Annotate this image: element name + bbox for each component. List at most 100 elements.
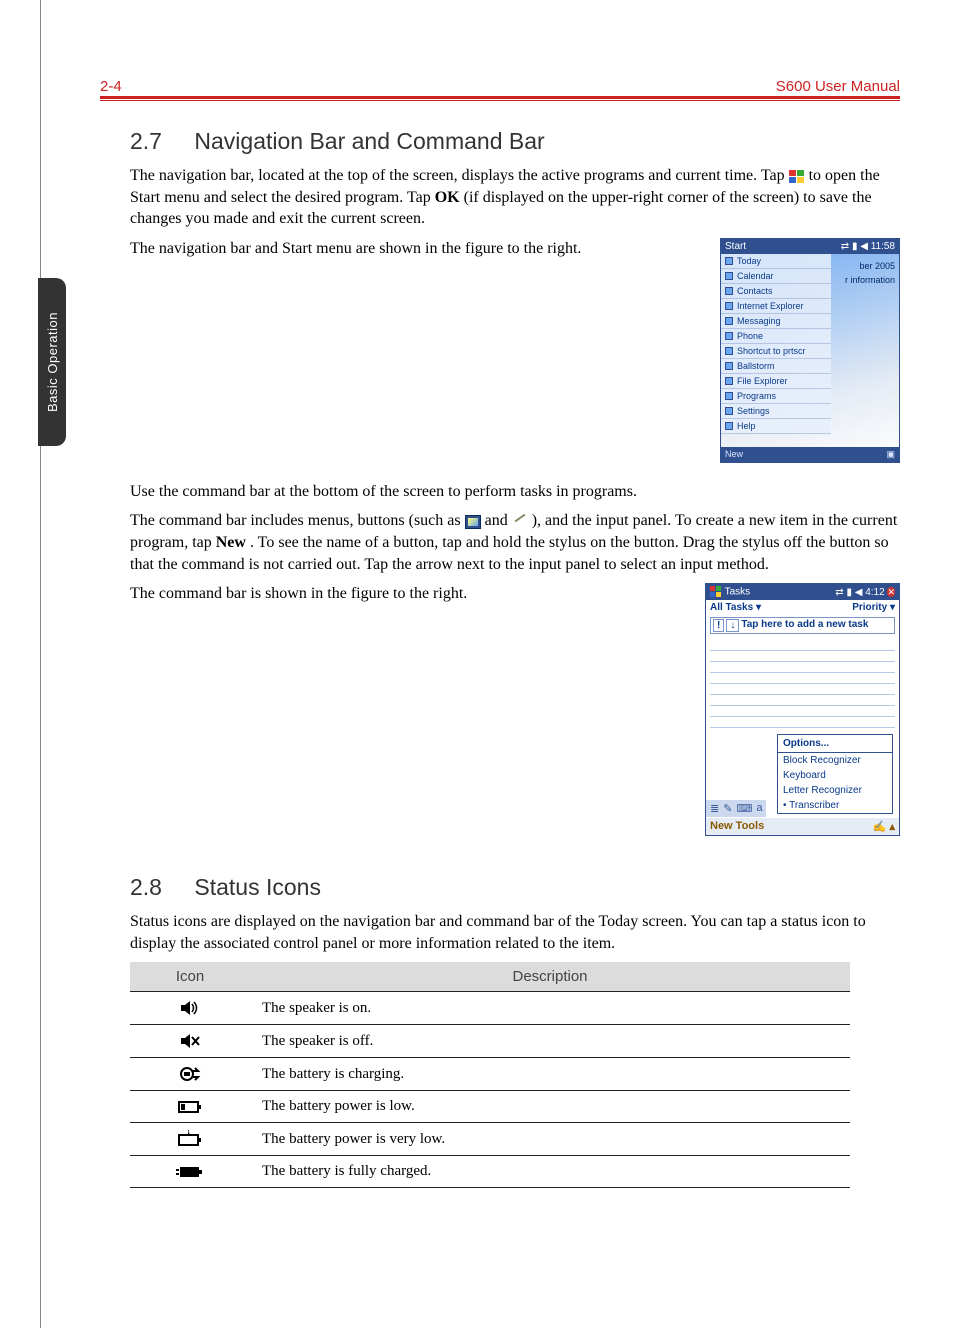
- side-tab-label: Basic Operation: [45, 312, 60, 412]
- section-27-title: Navigation Bar and Command Bar: [194, 128, 544, 154]
- txt: The command bar includes menus, buttons …: [130, 512, 465, 529]
- section-28-heading: 2.8 Status Icons: [130, 874, 900, 901]
- menu-item: Today: [721, 254, 831, 269]
- menu-item: Calendar: [721, 269, 831, 284]
- fig-nav-bottom: New ▣: [721, 447, 899, 462]
- fig-cmd-lines: [706, 636, 899, 732]
- margin-rule: [40, 0, 41, 1328]
- manual-title: S600 User Manual: [776, 78, 900, 95]
- fig-cmd-subbar: All Tasks ▾ Priority ▾: [706, 600, 899, 615]
- table-row: The speaker is off.: [130, 1025, 850, 1058]
- popup-item: Block Recognizer: [778, 753, 892, 768]
- running-header: 2-4 S600 User Manual: [100, 78, 900, 95]
- menu-item: Programs: [721, 389, 831, 404]
- head-icon: Icon: [130, 962, 250, 992]
- app-icon: [725, 407, 733, 415]
- label: Settings: [737, 406, 770, 416]
- row-desc: The battery power is low.: [250, 1091, 850, 1123]
- options-label: Options...: [778, 735, 892, 753]
- menu-item: Settings: [721, 404, 831, 419]
- time: 4:12: [865, 587, 884, 598]
- popup-item: Letter Recognizer: [778, 783, 892, 798]
- row-desc: The battery is fully charged.: [250, 1156, 850, 1188]
- svg-text:!: !: [187, 1130, 190, 1137]
- start-label: Start: [725, 241, 746, 252]
- head-desc: Description: [250, 962, 850, 992]
- sip-icon: ▣: [886, 449, 895, 460]
- section-27-number: 2.7: [130, 128, 188, 155]
- row-desc: The speaker is off.: [250, 1025, 850, 1058]
- photo-icon: [465, 515, 481, 529]
- app-icon: [725, 272, 733, 280]
- app-icon: [725, 317, 733, 325]
- label: Today: [737, 256, 761, 266]
- label: Shortcut to prtscr: [737, 346, 806, 356]
- figure-navigation-bar: Start ⇄ ▮ ◀ 11:58 ber 2005 r information…: [720, 238, 900, 463]
- ok-label: OK: [435, 189, 460, 206]
- speaker-on-icon: [130, 992, 250, 1025]
- txt: and: [485, 512, 512, 529]
- battery-full-icon: [130, 1156, 250, 1188]
- app-icon: [725, 287, 733, 295]
- warn-cell: !: [713, 619, 724, 632]
- fig-cmd-topbar: Tasks ⇄ ▮ ◀ 4:12 ✕: [706, 584, 899, 600]
- start-menu: Today Calendar Contacts Internet Explore…: [721, 254, 831, 434]
- pen-icon: [512, 515, 528, 529]
- txt: The navigation bar, located at the top o…: [130, 167, 789, 184]
- figure-command-bar: Tasks ⇄ ▮ ◀ 4:12 ✕ All Tasks ▾ Priority …: [705, 583, 900, 836]
- menu-item: Contacts: [721, 284, 831, 299]
- label: File Explorer: [737, 376, 788, 386]
- new-label: New: [216, 534, 246, 551]
- app-icon: [725, 302, 733, 310]
- table-row: The battery is charging.: [130, 1058, 850, 1091]
- label: Programs: [737, 391, 776, 401]
- label: Messaging: [737, 316, 781, 326]
- menu-item: Internet Explorer: [721, 299, 831, 314]
- menu-item: Phone: [721, 329, 831, 344]
- section-27-para1: The navigation bar, located at the top o…: [130, 165, 900, 230]
- windows-flag-icon: [789, 169, 805, 183]
- row-desc: The speaker is on.: [250, 992, 850, 1025]
- table-row: The battery is fully charged.: [130, 1156, 850, 1188]
- app-icon: [725, 332, 733, 340]
- app-icon: [725, 377, 733, 385]
- app-icon: [725, 392, 733, 400]
- row-desc: The battery is charging.: [250, 1058, 850, 1091]
- fig-nav-topbar: Start ⇄ ▮ ◀ 11:58: [721, 239, 899, 254]
- fig-nav-right-info: r information: [845, 275, 895, 285]
- fig-cmd-addrow: ! ↓ Tap here to add a new task: [710, 617, 895, 634]
- label: Calendar: [737, 271, 774, 281]
- label: Contacts: [737, 286, 773, 296]
- menu-item: Help: [721, 419, 831, 434]
- label: Help: [737, 421, 756, 431]
- table-header-row: Icon Description: [130, 962, 850, 992]
- battery-low-icon: [130, 1091, 250, 1123]
- app-icon: [725, 362, 733, 370]
- sort-cell: ↓: [726, 619, 739, 632]
- section-27-para3: Use the command bar at the bottom of the…: [130, 481, 900, 503]
- content-area: 2.7 Navigation Bar and Command Bar The n…: [130, 120, 900, 1188]
- menu-item: Shortcut to prtscr: [721, 344, 831, 359]
- menu-item: Ballstorm: [721, 359, 831, 374]
- new-tools: New Tools: [710, 820, 764, 833]
- table-row: The battery power is low.: [130, 1091, 850, 1123]
- input-method-popup: Options... Block Recognizer Keyboard Let…: [777, 734, 893, 814]
- popup-item-selected: Transcriber: [778, 798, 892, 813]
- battery-charging-icon: [130, 1058, 250, 1091]
- section-28-title: Status Icons: [194, 874, 321, 900]
- all-tasks: All Tasks ▾: [710, 602, 761, 613]
- add-prompt: Tap here to add a new task: [741, 619, 868, 632]
- fig-cmd-bottom: New Tools ✍ ▴: [706, 818, 899, 835]
- status-icons-table: Icon Description The speaker is on. The …: [130, 962, 850, 1188]
- menu-item: File Explorer: [721, 374, 831, 389]
- header-rule-thin: [100, 100, 900, 101]
- label: Phone: [737, 331, 763, 341]
- row-desc: The battery power is very low.: [250, 1123, 850, 1156]
- table-row: ! The battery power is very low.: [130, 1123, 850, 1156]
- battery-very-low-icon: !: [130, 1123, 250, 1156]
- app-icon: [725, 257, 733, 265]
- sip-icon: ✍ ▴: [873, 820, 895, 833]
- table-row: The speaker is on.: [130, 992, 850, 1025]
- speaker-off-icon: [130, 1025, 250, 1058]
- menu-item: Messaging: [721, 314, 831, 329]
